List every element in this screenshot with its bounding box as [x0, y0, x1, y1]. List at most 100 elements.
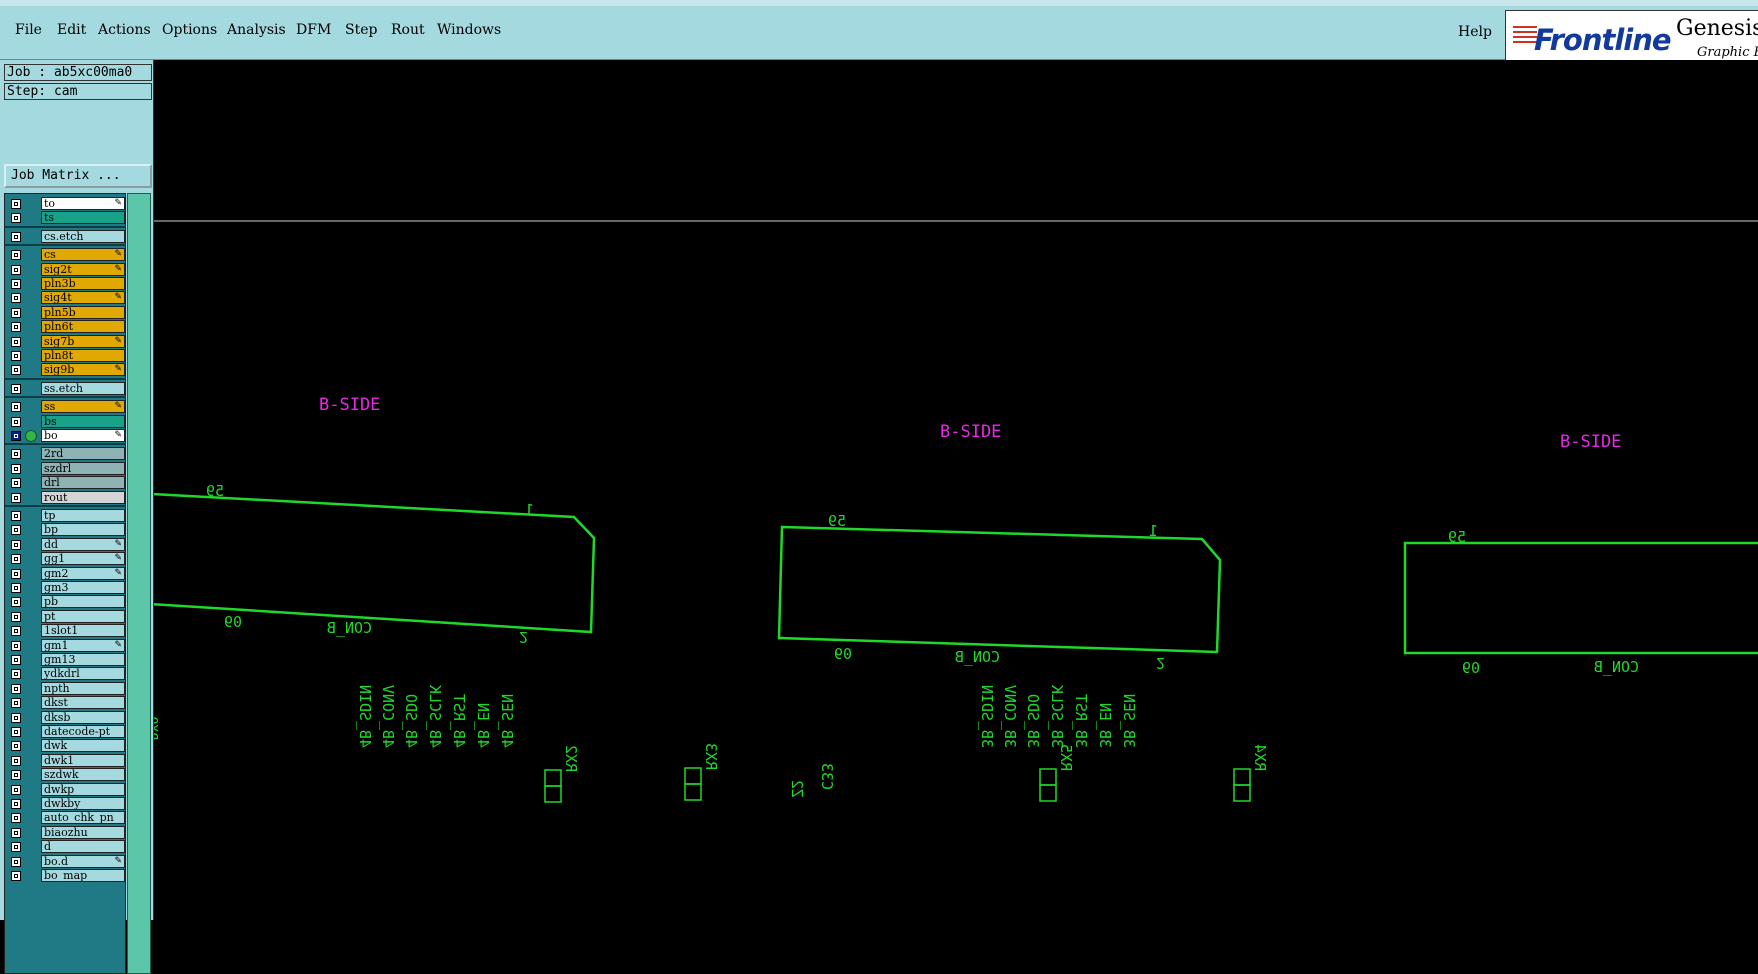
- layer-label[interactable]: ydkdrl: [41, 667, 125, 681]
- layer-visibility-checkbox[interactable]: [11, 322, 21, 333]
- layer-visibility-checkbox[interactable]: [11, 351, 21, 361]
- layer-row-rout[interactable]: rout: [5, 490, 126, 505]
- layer-label[interactable]: 1slot1: [41, 624, 125, 638]
- layer-row-dwkby[interactable]: dwkby: [5, 797, 126, 811]
- layer-label[interactable]: d: [41, 840, 125, 854]
- layer-row-bo.d[interactable]: bo.d ✎: [5, 854, 126, 869]
- layer-row-szdwk[interactable]: szdwk: [5, 768, 126, 782]
- layer-visibility-checkbox[interactable]: [11, 597, 21, 608]
- layer-row-cs[interactable]: cs ✎: [5, 248, 126, 262]
- layer-row-dwkp[interactable]: dwkp: [5, 782, 126, 797]
- layer-row-ss.etch[interactable]: ss.etch: [5, 381, 126, 396]
- layer-visibility-checkbox[interactable]: [11, 402, 21, 413]
- layer-label[interactable]: pln3b: [41, 277, 125, 290]
- layer-label[interactable]: gm1 ✎: [41, 638, 125, 652]
- layer-row-bo_map[interactable]: bo_map: [5, 869, 126, 883]
- layer-visibility-checkbox[interactable]: [11, 279, 21, 289]
- layer-label[interactable]: tp: [41, 509, 125, 522]
- layer-visibility-checkbox[interactable]: [11, 784, 21, 795]
- layer-row-sig4t[interactable]: sig4t ✎: [5, 291, 126, 305]
- layer-label[interactable]: dksb: [41, 710, 125, 724]
- layer-visibility-checkbox[interactable]: [11, 463, 21, 474]
- layer-row-drl[interactable]: drl: [5, 476, 126, 490]
- layer-label[interactable]: bo ✎: [41, 429, 125, 442]
- layer-label[interactable]: sig4t ✎: [41, 291, 125, 305]
- layer-label[interactable]: dwk1: [41, 753, 125, 767]
- layer-visibility-checkbox[interactable]: [11, 478, 21, 489]
- layer-visibility-checkbox[interactable]: [11, 568, 21, 579]
- layer-row-pln3b[interactable]: pln3b: [5, 277, 126, 291]
- layer-visibility-checkbox[interactable]: [11, 842, 21, 853]
- layer-row-biaozhu[interactable]: biaozhu: [5, 825, 126, 840]
- layer-row-dkst[interactable]: dkst: [5, 696, 126, 710]
- menu-step[interactable]: Step: [345, 22, 377, 38]
- layer-visibility-checkbox[interactable]: [11, 799, 21, 809]
- layer-label[interactable]: dwk: [41, 739, 125, 753]
- menu-actions[interactable]: Actions: [98, 22, 151, 38]
- layer-row-dksb[interactable]: dksb: [5, 710, 126, 725]
- layer-label[interactable]: cs.etch: [41, 229, 125, 243]
- layer-visibility-checkbox[interactable]: [11, 250, 21, 261]
- layer-label[interactable]: pln8t: [41, 349, 125, 362]
- layer-row-gm2[interactable]: gm2 ✎: [5, 566, 126, 581]
- layer-label[interactable]: bp: [41, 523, 125, 537]
- layer-list-scrollbar[interactable]: [127, 193, 151, 974]
- layer-label[interactable]: gm3: [41, 581, 125, 594]
- layer-row-npth[interactable]: npth: [5, 681, 126, 696]
- layer-visibility-checkbox[interactable]: [11, 231, 21, 242]
- layer-visibility-checkbox[interactable]: [11, 213, 21, 224]
- layer-row-auto_chk_pn[interactable]: auto_chk_pn: [5, 811, 126, 825]
- layer-visibility-checkbox[interactable]: [11, 365, 21, 376]
- layer-visibility-checkbox[interactable]: [11, 554, 21, 565]
- layer-visibility-checkbox[interactable]: [11, 383, 21, 394]
- layer-label[interactable]: bo_map: [41, 869, 125, 882]
- pcb-graphics[interactable]: B-SIDE B-SIDE B-SIDE 59 1 60 2 CON_B 59 1 60 2 CON_B…: [154, 60, 1758, 920]
- layer-visibility-checkbox[interactable]: [11, 293, 21, 304]
- layer-visibility-checkbox[interactable]: [11, 755, 21, 766]
- layer-visibility-checkbox[interactable]: [11, 827, 21, 838]
- layer-row-ts[interactable]: ts: [5, 211, 126, 225]
- layer-visibility-checkbox[interactable]: [11, 525, 21, 536]
- menu-options[interactable]: Options: [162, 22, 217, 38]
- layer-row-sig9b[interactable]: sig9b ✎: [5, 363, 126, 377]
- layer-visibility-checkbox[interactable]: [11, 539, 21, 550]
- layer-label[interactable]: pln6t: [41, 320, 125, 334]
- layer-visibility-checkbox[interactable]: [11, 449, 21, 460]
- menu-rout[interactable]: Rout: [391, 22, 425, 38]
- layer-label[interactable]: bo.d ✎: [41, 854, 125, 868]
- layer-visibility-checkbox[interactable]: [11, 611, 21, 622]
- menu-help[interactable]: Help: [1458, 24, 1492, 40]
- layer-visibility-checkbox[interactable]: [11, 583, 21, 593]
- layer-label[interactable]: dkst: [41, 696, 125, 710]
- layer-row-pb[interactable]: pb: [5, 595, 126, 609]
- layer-row-cs.etch[interactable]: cs.etch: [5, 229, 126, 244]
- layer-row-bo[interactable]: bo ✎: [5, 429, 126, 443]
- layer-list[interactable]: to ✎ ts cs.etch cs ✎ sig2t ✎ pln3b sig4t ✎ pln5b pln…: [4, 193, 126, 974]
- layer-row-ss[interactable]: ss ✎: [5, 400, 126, 414]
- layer-label[interactable]: bs: [41, 414, 125, 428]
- layer-label[interactable]: dwkby: [41, 797, 125, 810]
- layer-row-dd[interactable]: dd ✎: [5, 537, 126, 552]
- layer-visibility-checkbox[interactable]: [11, 698, 21, 709]
- layer-row-gm13[interactable]: gm13: [5, 653, 126, 667]
- job-matrix-button[interactable]: Job Matrix ...: [4, 164, 152, 188]
- layer-visibility-checkbox[interactable]: [11, 770, 21, 781]
- layer-visibility-checkbox[interactable]: [11, 640, 21, 651]
- layer-label[interactable]: drl: [41, 476, 125, 490]
- layer-row-tp[interactable]: tp: [5, 509, 126, 523]
- layer-row-ydkdrl[interactable]: ydkdrl: [5, 667, 126, 681]
- layer-row-2rd[interactable]: 2rd: [5, 447, 126, 461]
- layer-visibility-checkbox[interactable]: [11, 813, 21, 824]
- menu-edit[interactable]: Edit: [57, 22, 86, 38]
- layer-row-bp[interactable]: bp: [5, 523, 126, 537]
- layer-row-gm1[interactable]: gm1 ✎: [5, 638, 126, 653]
- layer-row-dwk[interactable]: dwk: [5, 739, 126, 753]
- layer-label[interactable]: gm13: [41, 653, 125, 666]
- layer-visibility-checkbox[interactable]: [11, 264, 21, 275]
- layer-visibility-checkbox[interactable]: [11, 511, 21, 521]
- layer-visibility-checkbox[interactable]: [11, 307, 21, 318]
- layer-visibility-checkbox[interactable]: [11, 492, 21, 503]
- layer-label[interactable]: pt: [41, 609, 125, 623]
- layer-label[interactable]: dwkp: [41, 782, 125, 796]
- layer-label[interactable]: gm2 ✎: [41, 566, 125, 580]
